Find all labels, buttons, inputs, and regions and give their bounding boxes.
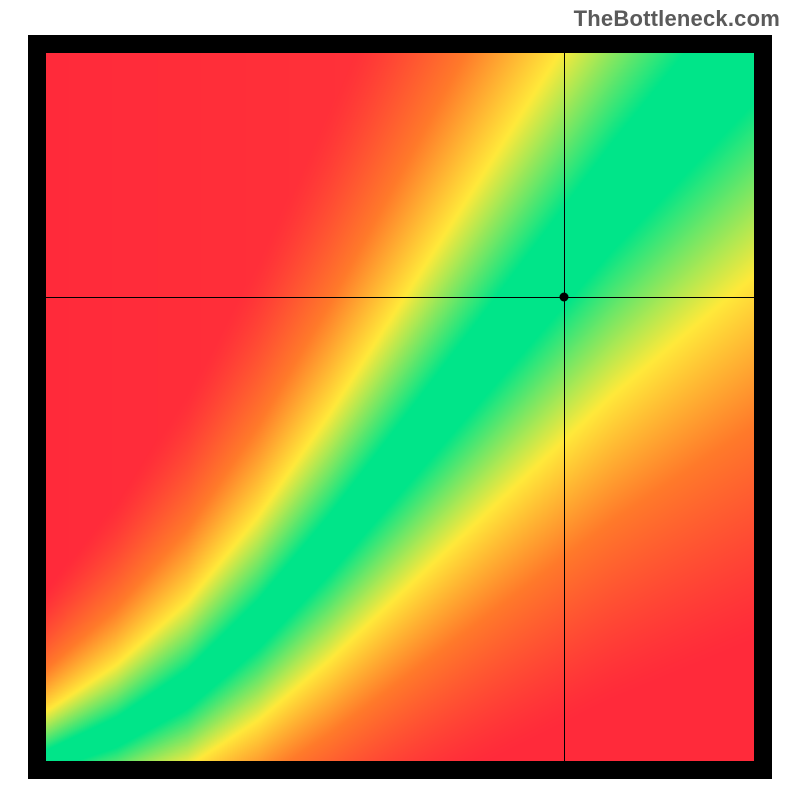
plot-area (46, 53, 754, 761)
marker-dot (560, 293, 569, 302)
crosshair-horizontal (46, 297, 754, 298)
chart-frame (28, 35, 772, 779)
chart-container: TheBottleneck.com (0, 0, 800, 800)
crosshair-vertical (564, 53, 565, 761)
watermark-text: TheBottleneck.com (574, 6, 780, 32)
heatmap-canvas (46, 53, 754, 761)
